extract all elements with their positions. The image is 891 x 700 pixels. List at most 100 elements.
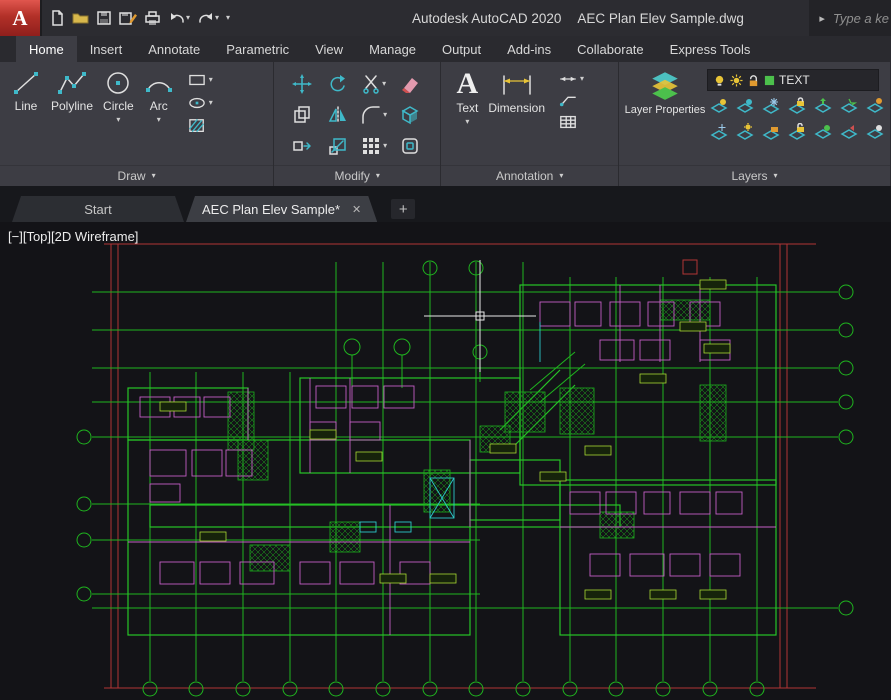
mirror-icon	[328, 105, 347, 124]
layer-merge-button[interactable]	[863, 121, 886, 143]
ribbon-tab-addins[interactable]: Add-ins	[494, 36, 564, 62]
rectangle-button[interactable]: ▾	[188, 72, 213, 88]
modify-tools-grid: ▾ ▾ ▾	[284, 65, 428, 165]
unlock-all-icon	[787, 123, 806, 140]
layer-select-dropdown[interactable]: TEXT	[707, 69, 879, 91]
layer-match-button[interactable]	[811, 95, 834, 117]
scale-button[interactable]	[320, 130, 356, 161]
layer-previous-button[interactable]	[837, 121, 860, 143]
redo-button[interactable]: ▾	[194, 5, 222, 31]
open-file-button[interactable]	[69, 5, 92, 31]
close-icon[interactable]: ✕	[352, 203, 361, 216]
search-box[interactable]: ▸ Type a ke	[809, 0, 891, 36]
draw-panel-label[interactable]: Draw ▾	[0, 165, 274, 186]
layers-panel-label[interactable]: Layers ▾	[619, 165, 890, 186]
chevron-down-icon: ▾	[208, 98, 213, 107]
line-button[interactable]: Line	[6, 65, 46, 165]
autocad-logo[interactable]: A	[0, 0, 42, 36]
save-button[interactable]	[93, 5, 115, 31]
ribbon-tab-home[interactable]: Home	[16, 36, 77, 62]
layer-lock-all-button[interactable]	[759, 121, 782, 143]
annotation-extra-tools: ▾	[550, 65, 586, 165]
trim-button[interactable]: ▾	[356, 68, 392, 99]
fillet-button[interactable]: ▾	[356, 99, 392, 130]
multileader-button[interactable]	[559, 93, 584, 107]
chevron-down-icon: ▾	[773, 171, 778, 180]
layer-isolate-button[interactable]	[733, 95, 756, 117]
lock-icon	[787, 97, 806, 114]
layer-current-button[interactable]	[837, 95, 860, 117]
viewport-visual-style-control[interactable]: [2D Wireframe]	[51, 229, 138, 244]
unlock-icon	[749, 74, 758, 86]
erase-button[interactable]	[392, 68, 428, 99]
file-tab-start[interactable]: Start	[12, 196, 184, 222]
layer-thaw-button[interactable]	[733, 121, 756, 143]
circle-button[interactable]: Circle ▾	[98, 65, 139, 165]
save-as-icon	[119, 12, 137, 25]
ellipse-button[interactable]: ▾	[188, 95, 213, 111]
viewport-minimize-control[interactable]: [−]	[8, 229, 23, 244]
layer-lock-button[interactable]	[785, 95, 808, 117]
explode-icon	[401, 105, 419, 124]
layer-on-button[interactable]	[811, 121, 834, 143]
chevron-down-icon[interactable]: ▾	[465, 118, 469, 126]
annotation-panel-label[interactable]: Annotation ▾	[441, 165, 618, 186]
offset-button[interactable]	[392, 130, 428, 161]
layers-panel: Layer Properties TEXT Layers ▾	[619, 62, 891, 186]
ribbon-tab-manage[interactable]: Manage	[356, 36, 429, 62]
copy-button[interactable]	[284, 99, 320, 130]
ribbon-tab-parametric[interactable]: Parametric	[213, 36, 302, 62]
mirror-button[interactable]	[320, 99, 356, 130]
move-icon	[292, 73, 313, 94]
arc-button[interactable]: Arc ▾	[139, 65, 179, 165]
app-title: Autodesk AutoCAD 2020	[412, 10, 562, 26]
modify-panel: ▾ ▾ ▾ Modify ▾	[274, 62, 442, 186]
ribbon-tab-collaborate[interactable]: Collaborate	[564, 36, 657, 62]
new-file-button[interactable]	[46, 5, 68, 31]
file-tab-current[interactable]: AEC Plan Elev Sample* ✕	[186, 196, 377, 222]
array-button[interactable]: ▾	[356, 130, 392, 161]
polyline-button[interactable]: Polyline	[46, 65, 98, 165]
table-button[interactable]	[559, 114, 584, 130]
dimension-button[interactable]: Dimension	[483, 65, 550, 165]
ribbon-tab-view[interactable]: View	[302, 36, 356, 62]
explode-button[interactable]	[392, 99, 428, 130]
chevron-down-icon[interactable]: ▾	[157, 116, 161, 124]
qat-customize-button[interactable]: ▾	[223, 5, 233, 31]
layer-walk-button[interactable]	[863, 95, 886, 117]
layer-unlock-button[interactable]	[785, 121, 808, 143]
text-button[interactable]: A Text ▾	[451, 65, 483, 165]
stretch-button[interactable]	[284, 130, 320, 161]
layer-properties-button[interactable]: Layer Properties	[625, 65, 705, 165]
new-drawing-tab-button[interactable]: +	[391, 199, 416, 219]
ribbon-tab-annotate[interactable]: Annotate	[135, 36, 213, 62]
rectangle-icon	[188, 74, 205, 86]
ribbon-tab-express-tools[interactable]: Express Tools	[657, 36, 764, 62]
layer-previous-icon	[839, 125, 858, 139]
layer-off-button[interactable]	[707, 95, 730, 117]
modify-panel-label[interactable]: Modify ▾	[274, 165, 441, 186]
rotate-button[interactable]	[320, 68, 356, 99]
plot-button[interactable]	[141, 5, 164, 31]
hatch-button[interactable]	[188, 118, 213, 134]
search-input[interactable]: Type a ke	[833, 11, 891, 26]
save-icon	[97, 11, 111, 25]
layer-freeze-button[interactable]	[759, 95, 782, 117]
undo-button[interactable]: ▾	[165, 5, 193, 31]
ribbon-tab-output[interactable]: Output	[429, 36, 494, 62]
layer-freeze-all-button[interactable]	[707, 121, 730, 143]
undo-dropdown-icon[interactable]: ▾	[186, 14, 190, 22]
ribbon-tab-insert[interactable]: Insert	[77, 36, 136, 62]
move-button[interactable]	[284, 68, 320, 99]
save-as-button[interactable]	[116, 5, 140, 31]
column-grid-lines	[76, 260, 854, 697]
drawing-canvas[interactable]: [−] [Top] [2D Wireframe]	[0, 222, 891, 700]
dimension-style-button[interactable]: ▾	[559, 72, 584, 86]
chevron-down-icon[interactable]: ▾	[116, 116, 120, 124]
chevron-down-icon: ▾	[382, 78, 387, 88]
circle-icon	[107, 72, 130, 94]
autocad-window: A ▾ ▾ ▾ Autodesk AutoCAD 2020 AEC Plan E…	[0, 0, 891, 700]
redo-dropdown-icon[interactable]: ▾	[215, 14, 219, 22]
snowflake-icon	[761, 98, 780, 114]
viewport-view-control[interactable]: [Top]	[23, 229, 51, 244]
